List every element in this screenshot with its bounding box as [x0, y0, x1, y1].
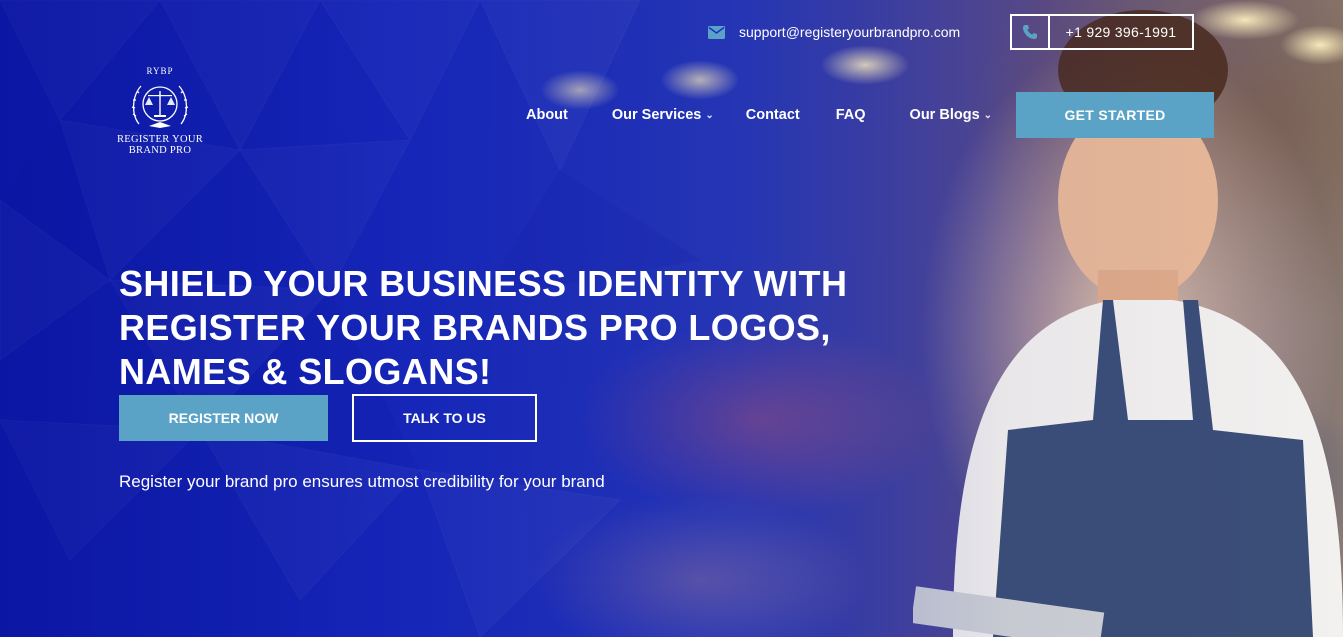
nav-item-label: FAQ [835, 107, 866, 123]
nav-item-label: About [526, 107, 568, 123]
hero-tagline: Register your brand pro ensures utmost c… [119, 472, 605, 491]
phone-icon [1012, 16, 1050, 48]
hero-title-line1: SHIELD YOUR BUSINESS IDENTITY WITH [119, 263, 848, 304]
nav-item-label: Our Services [611, 107, 702, 123]
logo-abbreviation: RYBP [146, 66, 174, 76]
hero-title: SHIELD YOUR BUSINESS IDENTITY WITH REGIS… [119, 262, 879, 394]
hero-title-line2: REGISTER YOUR BRANDS PRO LOGOS, [119, 307, 831, 348]
nav-item-our-blogs[interactable]: Our Blogs ⌄ [894, 107, 1008, 123]
background-light [1190, 0, 1300, 40]
scales-of-justice-icon [131, 85, 189, 128]
contact-bar: support@registeryourbrandpro.com [708, 14, 960, 50]
email-text: support@registeryourbrandpro.com [739, 24, 961, 40]
email-link[interactable]: support@registeryourbrandpro.com [708, 24, 960, 40]
nav-item-our-services[interactable]: Our Services ⌄ [584, 107, 730, 123]
site-logo[interactable]: RYBP REGISTER YOUR BRAND PRO [112, 66, 208, 156]
chevron-down-icon: ⌄ [705, 109, 714, 121]
phone-number: +1 929 396-1991 [1065, 24, 1177, 40]
main-nav: About Our Services ⌄ Contact FAQ Our Blo… [510, 92, 1008, 138]
talk-to-us-button[interactable]: TALK TO US [352, 394, 537, 442]
background-light [1280, 25, 1343, 65]
logo-name-line2: BRAND PRO [128, 145, 192, 156]
phone-link[interactable]: +1 929 396-1991 [1010, 14, 1194, 50]
nav-item-label: Our Blogs [909, 107, 980, 123]
register-now-button[interactable]: REGISTER NOW [119, 395, 328, 441]
logo-name-line1: REGISTER YOUR [116, 134, 204, 145]
mail-icon [708, 25, 725, 39]
nav-item-faq[interactable]: FAQ [816, 107, 894, 123]
nav-item-label: Contact [745, 107, 800, 123]
get-started-button[interactable]: GET STARTED [1016, 92, 1214, 138]
nav-item-about[interactable]: About [510, 107, 584, 123]
background-light [820, 45, 910, 85]
chevron-down-icon: ⌄ [983, 109, 993, 121]
hero-title-line3: NAMES & SLOGANS! [119, 351, 492, 392]
nav-item-contact[interactable]: Contact [730, 107, 816, 123]
